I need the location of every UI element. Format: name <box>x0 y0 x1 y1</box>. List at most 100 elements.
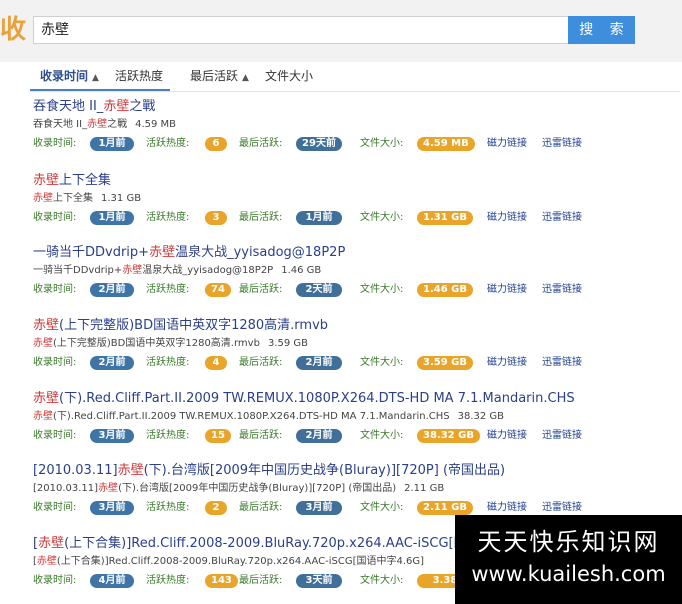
title-highlight: 赤壁 <box>33 318 60 333</box>
sort-label: 文件大小 <box>265 69 314 83</box>
magnet-link[interactable]: 磁力链接 <box>487 282 527 298</box>
title-text: (下).Red.Cliff.Part.II.2009 TW.REMUX.1080… <box>59 391 575 406</box>
last-active-label: 最后活跃: <box>239 284 283 295</box>
result-title-link[interactable]: 一骑当千DDvdrip+赤壁温泉大战_yyisadog@18P2P <box>33 244 678 262</box>
hotness-label: 活跃热度: <box>146 430 190 441</box>
filename-text: (下).台湾版[2009年中国历史战争(Bluray)][720P] (帝国出品… <box>118 483 397 494</box>
magnet-link[interactable]: 磁力链接 <box>487 500 527 516</box>
result-meta: 收录时间: 1月前 活跃热度: 6 最后活跃: 29天前 文件大小: 4.59 MB 磁力链接迅… <box>33 136 678 152</box>
result-filename: [2010.03.11]赤壁(下).台湾版[2009年中国历史战争(Bluray… <box>33 482 678 496</box>
collected-label: 收录时间: <box>33 357 77 368</box>
sort-by-last-active[interactable]: 最后活跃 ▲ <box>190 68 249 86</box>
last-active-badge: 29天前 <box>296 137 342 151</box>
magnet-link[interactable]: 磁力链接 <box>487 428 527 444</box>
result-title-link[interactable]: 吞食天地 II_赤壁之戰 <box>33 98 678 116</box>
result-meta: 收录时间: 3月前 活跃热度: 2 最后活跃: 3月前 文件大小: 2.11 GB 磁力链接 迅雷… <box>33 500 678 516</box>
filename-highlight: 赤壁 <box>98 483 119 494</box>
magnet-link[interactable]: 磁力链接 <box>487 355 527 371</box>
file-size-label: 文件大小: <box>360 575 404 586</box>
result-filename: 吞食天地 II_赤壁之戰 4.59 MB <box>33 118 678 132</box>
result-title-link[interactable]: 赤壁(下).Red.Cliff.Part.II.2009 TW.REMUX.10… <box>33 390 678 408</box>
collected-badge: 1月前 <box>90 137 134 151</box>
result-meta: 收录时间: 2月前 活跃热度: 4 最后活跃: 2月前 文件大小: 3.59 GB 磁力链接 迅雷… <box>33 355 678 371</box>
filename-size: 1.31 GB <box>101 193 142 204</box>
hotness-label: 活跃热度: <box>146 212 190 223</box>
filename-size: 3.59 GB <box>267 338 308 349</box>
title-text: (上下合集)]Red.Cliff.2008-2009.BluRay.720p.x… <box>64 536 467 551</box>
filename-text: 上下全集 <box>53 193 93 204</box>
title-highlight: 赤壁 <box>33 173 60 188</box>
collected-badge: 4月前 <box>90 574 134 588</box>
title-highlight: 赤壁 <box>33 391 60 406</box>
collected-label: 收录时间: <box>33 138 77 149</box>
hotness-badge: 4 <box>205 356 227 370</box>
title-text: 吞食天地 II_ <box>33 99 104 114</box>
hotness-badge: 2 <box>205 501 227 515</box>
thunder-link[interactable]: 迅雷链接 <box>542 355 582 371</box>
search-input[interactable]: 赤壁 <box>33 16 568 44</box>
hotness-badge: 74 <box>205 283 231 297</box>
result-meta: 收录时间: 3月前 活跃热度: 15 最后活跃: 2月前 文件大小: 38.32 GB 磁力链接… <box>33 428 678 444</box>
collected-label: 收录时间: <box>33 502 77 513</box>
thunder-link[interactable]: 迅雷链接 <box>542 136 582 152</box>
watermark: 天天快乐知识网 www.kuailesh.com <box>455 515 682 604</box>
title-highlight: 赤壁 <box>149 245 176 260</box>
watermark-title: 天天快乐知识网 <box>477 528 660 556</box>
file-size-label: 文件大小: <box>360 212 404 223</box>
result-meta: 收录时间: 2月前 活跃热度: 74 最后活跃: 2天前 文件大小: 1.46 GB 磁力链接迅… <box>33 282 678 298</box>
filename-size: 2.11 GB <box>404 483 445 494</box>
filename-text: [2010.03.11] <box>33 483 99 494</box>
filename-text: 之戰 <box>107 119 128 130</box>
title-text: 一骑当千DDvdrip+ <box>33 245 150 260</box>
sort-label: 活跃热度 <box>115 69 164 83</box>
sort-by-file-size[interactable]: 文件大小 <box>265 68 313 84</box>
sort-label: 最后活跃 <box>190 69 239 83</box>
last-active-label: 最后活跃: <box>239 138 283 149</box>
result-filename: 赤壁(下).Red.Cliff.Part.II.2009 TW.REMUX.10… <box>33 410 678 424</box>
file-size-label: 文件大小: <box>360 357 404 368</box>
magnet-link[interactable]: 磁力链接 <box>487 210 527 226</box>
filename-highlight: 赤壁 <box>87 119 108 130</box>
search-button[interactable]: 搜 索 <box>568 16 635 44</box>
title-highlight: 赤壁 <box>38 536 65 551</box>
file-size-badge: 38.32 GB <box>417 429 480 443</box>
thunder-link[interactable]: 迅雷链接 <box>542 282 582 298</box>
sort-arrow-icon: ▲ <box>92 73 99 83</box>
collected-label: 收录时间: <box>33 284 77 295</box>
hotness-label: 活跃热度: <box>146 138 190 149</box>
file-size-badge: 4.59 MB <box>417 137 475 151</box>
thunder-link[interactable]: 迅雷链接 <box>542 210 582 226</box>
file-size-badge: 1.31 GB <box>417 211 473 225</box>
thunder-link[interactable]: 迅雷链接 <box>542 500 582 516</box>
sort-by-collected-time[interactable]: 收录时间 ▲ <box>40 68 99 86</box>
last-active-badge: 2月前 <box>296 429 342 443</box>
last-active-label: 最后活跃: <box>239 575 283 586</box>
result-filename: 赤壁(上下完整版)BD国语中英双字1280高清.rmvb 3.59 GB <box>33 337 678 351</box>
hotness-label: 活跃热度: <box>146 284 190 295</box>
collected-label: 收录时间: <box>33 575 77 586</box>
collected-badge: 1月前 <box>90 211 134 225</box>
magnet-link[interactable]: 磁力链接 <box>487 136 527 152</box>
filename-size: 1.46 GB <box>281 265 322 276</box>
thunder-link[interactable]: 迅雷链接 <box>542 428 582 444</box>
watermark-url: www.kuailesh.com <box>471 562 666 586</box>
title-text: [2010.03.11] <box>33 463 118 478</box>
file-size-badge: 1.46 GB <box>417 283 473 297</box>
result-title-link[interactable]: 赤壁上下全集 <box>33 172 678 190</box>
result-title-link[interactable]: [2010.03.11]赤壁(下).台湾版[2009年中国历史战争(Bluray… <box>33 462 678 480</box>
result-item: 一骑当千DDvdrip+赤壁温泉大战_yyisadog@18P2P 一骑当千DDv… <box>33 244 678 298</box>
sort-arrow-icon: ▲ <box>242 73 249 83</box>
filename-size: 4.59 MB <box>135 119 177 130</box>
hotness-label: 活跃热度: <box>146 502 190 513</box>
filename-text: (下).Red.Cliff.Part.II.2009 TW.REMUX.1080… <box>53 411 450 422</box>
result-title-link[interactable]: 赤壁(上下完整版)BD国语中英双字1280高清.rmvb <box>33 317 678 335</box>
hotness-badge: 143 <box>205 574 238 588</box>
collected-badge: 2月前 <box>90 283 134 297</box>
last-active-label: 最后活跃: <box>239 502 283 513</box>
collected-badge: 3月前 <box>90 429 134 443</box>
last-active-badge: 2天前 <box>296 283 342 297</box>
sort-by-hotness[interactable]: 活跃热度 <box>115 68 163 84</box>
result-meta: 收录时间: 1月前 活跃热度: 3 最后活跃: 1月前 文件大小: 1.31 GB 磁力链接 迅雷… <box>33 210 678 226</box>
hotness-badge: 6 <box>205 137 227 151</box>
title-text: (下).台湾版[2009年中国历史战争(Bluray)][720P] (帝国出品… <box>143 463 506 478</box>
